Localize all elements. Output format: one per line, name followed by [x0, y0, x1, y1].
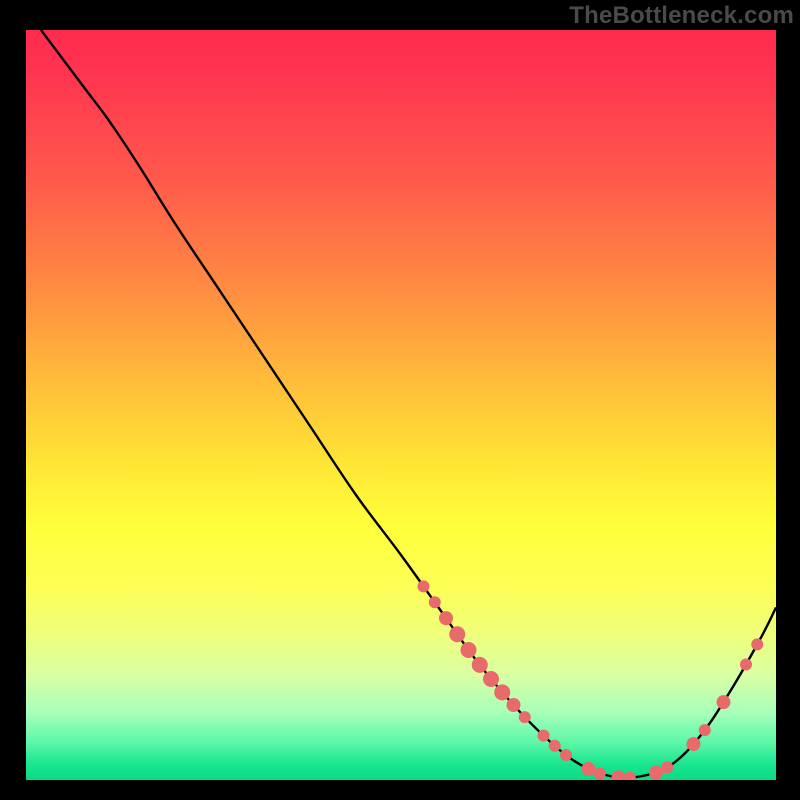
data-point: [560, 749, 572, 761]
data-point: [649, 766, 663, 780]
data-point: [439, 611, 453, 625]
data-point: [740, 659, 752, 671]
bottleneck-curve: [26, 30, 776, 780]
data-point: [582, 762, 596, 776]
data-point: [717, 695, 731, 709]
data-point: [519, 711, 531, 723]
data-point: [612, 770, 626, 780]
data-point: [418, 580, 430, 592]
data-point: [449, 626, 465, 642]
data-point: [507, 698, 521, 712]
watermark-text: TheBottleneck.com: [569, 2, 794, 30]
data-point: [699, 724, 711, 736]
data-point: [494, 684, 510, 700]
data-point: [472, 657, 488, 673]
data-point: [461, 642, 477, 658]
data-point: [594, 767, 606, 779]
data-point: [661, 761, 673, 773]
data-point: [483, 671, 499, 687]
data-point: [624, 772, 636, 780]
chart-container: TheBottleneck.com: [0, 0, 800, 800]
data-point: [538, 730, 550, 742]
data-point: [751, 638, 763, 650]
plot-area: [26, 30, 776, 780]
data-point: [687, 737, 701, 751]
data-points: [418, 580, 764, 780]
curve-line: [41, 30, 776, 778]
data-point: [429, 596, 441, 608]
data-point: [549, 740, 561, 752]
